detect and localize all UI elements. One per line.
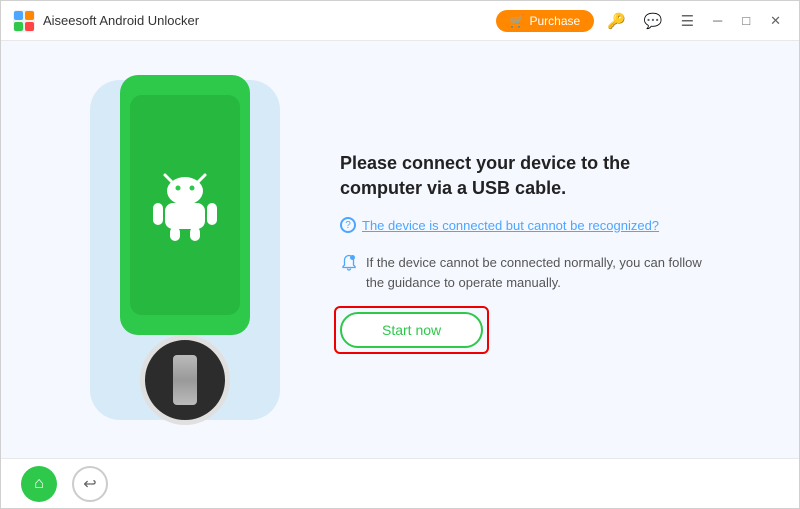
purchase-button[interactable]: 🛒 Purchase (496, 10, 595, 32)
start-now-wrapper: Start now (340, 312, 483, 348)
menu-icon: ☰ (681, 12, 694, 30)
home-button[interactable]: ⌂ (21, 466, 57, 502)
close-button[interactable]: ✕ (764, 11, 787, 31)
app-title: Aiseesoft Android Unlocker (43, 13, 496, 28)
usb-connector (140, 335, 230, 425)
home-icon: ⌂ (34, 475, 44, 493)
phone-illustration (80, 65, 290, 435)
device-link-row: ? The device is connected but cannot be … (340, 217, 720, 233)
back-button[interactable]: ↩ (72, 466, 108, 502)
chat-icon: 💬 (644, 12, 663, 30)
cart-icon: 🛒 (510, 14, 525, 28)
android-robot-icon (145, 165, 225, 245)
guidance-row: If the device cannot be connected normal… (340, 253, 720, 292)
menu-button[interactable]: ☰ (676, 10, 699, 32)
bell-icon (340, 254, 358, 272)
main-heading: Please connect your device to thecompute… (340, 151, 720, 201)
main-content: Please connect your device to thecompute… (1, 41, 799, 458)
maximize-button[interactable]: □ (736, 11, 756, 30)
key-icon: 🔑 (607, 12, 626, 30)
phone-screen (130, 95, 240, 315)
chat-button[interactable]: 💬 (639, 10, 668, 32)
purchase-label: Purchase (529, 14, 580, 28)
right-content: Please connect your device to thecompute… (340, 151, 720, 348)
start-now-button[interactable]: Start now (340, 312, 483, 348)
key-button[interactable]: 🔑 (602, 10, 631, 32)
app-logo (13, 10, 35, 32)
help-icon: ? (340, 217, 356, 233)
back-icon: ↩ (83, 474, 96, 494)
minimize-button[interactable]: ─ (707, 11, 728, 30)
guidance-text: If the device cannot be connected normal… (366, 253, 720, 292)
titlebar: Aiseesoft Android Unlocker 🛒 Purchase 🔑 … (1, 1, 799, 41)
bottom-bar: ⌂ ↩ (1, 458, 799, 508)
phone-body (120, 75, 250, 335)
usb-cable (173, 355, 197, 405)
device-link-text[interactable]: The device is connected but cannot be re… (362, 218, 659, 233)
titlebar-controls: 🛒 Purchase 🔑 💬 ☰ ─ □ ✕ (496, 10, 787, 32)
